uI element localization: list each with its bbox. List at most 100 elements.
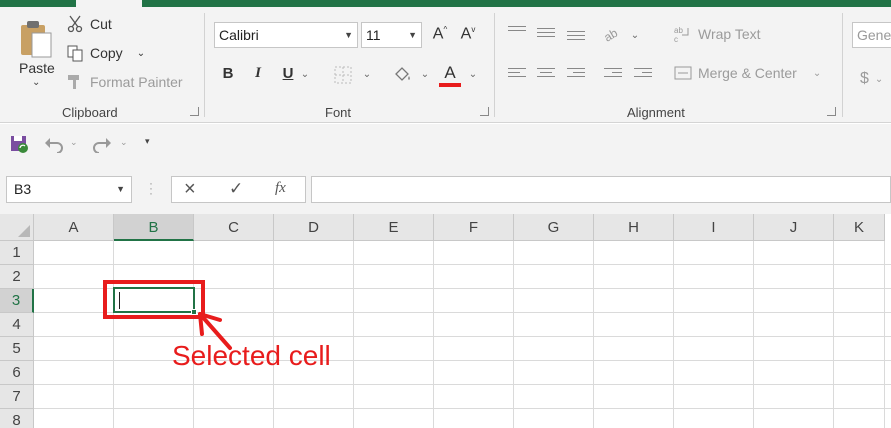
svg-text:c: c [674, 35, 678, 43]
bold-button[interactable]: B [217, 65, 239, 82]
name-box-dropdown-icon[interactable]: ▼ [116, 177, 125, 202]
group-separator [494, 13, 495, 117]
svg-text:ab: ab [603, 26, 620, 43]
copy-label: Copy [90, 45, 123, 61]
font-size-select[interactable]: 11 ▼ [361, 22, 422, 48]
name-box-value: B3 [14, 181, 32, 197]
formula-input[interactable] [311, 176, 891, 203]
borders-icon[interactable] [334, 66, 352, 84]
gridline-vertical [513, 241, 514, 428]
font-size-dropdown-icon[interactable]: ▼ [408, 23, 417, 47]
column-header-k[interactable]: K [834, 214, 885, 241]
fill-color-icon[interactable] [392, 65, 412, 85]
copy-dropdown-chevron-icon[interactable]: ⌄ [137, 48, 145, 59]
align-left-icon[interactable] [508, 68, 526, 82]
copy-button[interactable]: Copy ⌄ [66, 44, 145, 62]
align-center-icon[interactable] [537, 68, 555, 82]
ribbon: Paste ⌄ Cut Copy ⌄ Format Painter Clipbo… [0, 7, 891, 123]
cancel-icon[interactable]: × [184, 178, 196, 201]
italic-button[interactable]: I [247, 65, 269, 82]
shrink-font-icon: A [460, 25, 472, 43]
gridline-horizontal [34, 384, 891, 385]
merge-center-dropdown-chevron-icon[interactable]: ⌄ [813, 68, 821, 79]
currency-format-button[interactable]: $ ⌄ [860, 70, 883, 88]
grow-font-button[interactable]: A^ [429, 25, 451, 43]
middle-align-icon[interactable] [537, 28, 555, 42]
select-all-button[interactable] [0, 214, 34, 241]
save-icon[interactable] [9, 134, 29, 154]
font-name-dropdown-icon[interactable]: ▼ [344, 23, 353, 47]
borders-dropdown-chevron-icon[interactable]: ⌄ [362, 69, 372, 80]
row-header-3[interactable]: 3 [0, 289, 34, 313]
undo-icon[interactable] [43, 135, 65, 153]
row-header-5[interactable]: 5 [0, 337, 34, 361]
orientation-icon[interactable]: ab [603, 25, 625, 43]
font-color-dropdown-chevron-icon[interactable]: ⌄ [468, 69, 478, 80]
fill-color-dropdown-chevron-icon[interactable]: ⌄ [420, 69, 430, 80]
customize-qat-icon[interactable]: ▾ [145, 136, 150, 147]
decrease-indent-icon[interactable] [604, 68, 622, 82]
orientation-dropdown-chevron-icon[interactable]: ⌄ [630, 30, 640, 41]
column-header-h[interactable]: H [594, 214, 674, 241]
group-separator [204, 13, 205, 117]
row-header-8[interactable]: 8 [0, 409, 34, 428]
merge-center-button[interactable]: Merge & Center ⌄ [674, 64, 821, 82]
column-header-b[interactable]: B [114, 214, 194, 241]
column-header-j[interactable]: J [754, 214, 834, 241]
top-align-icon[interactable] [508, 26, 526, 40]
column-header-i[interactable]: I [674, 214, 754, 241]
enter-icon[interactable]: ✓ [229, 179, 243, 199]
formula-bar-resize-handle[interactable]: · · · [149, 177, 153, 199]
redo-icon[interactable] [91, 135, 113, 153]
worksheet-grid[interactable]: ABCDEFGHIJK 12345678 Selected cell [0, 214, 891, 428]
row-header-4[interactable]: 4 [0, 313, 34, 337]
wrap-text-button[interactable]: ab c Wrap Text [674, 25, 761, 43]
font-dialog-launcher-icon[interactable] [480, 107, 489, 116]
svg-text:ab: ab [674, 26, 683, 35]
column-header-e[interactable]: E [354, 214, 434, 241]
number-format-value: Gener [857, 27, 891, 43]
alignment-dialog-launcher-icon[interactable] [827, 107, 836, 116]
name-box[interactable]: B3 ▼ [6, 176, 132, 203]
number-format-select[interactable]: Gener [852, 22, 891, 48]
active-tab-notch [76, 0, 142, 7]
column-header-a[interactable]: A [34, 214, 114, 241]
column-header-d[interactable]: D [274, 214, 354, 241]
formula-row: B3 ▼ · · · × ✓ fx [0, 164, 891, 214]
wrap-text-label: Wrap Text [698, 26, 761, 42]
currency-icon: $ [860, 70, 869, 87]
paste-button[interactable]: Paste [19, 60, 55, 76]
increase-indent-icon[interactable] [634, 68, 652, 82]
undo-dropdown-chevron-icon[interactable]: ⌄ [70, 137, 78, 148]
paste-icon[interactable] [18, 19, 54, 59]
cut-button[interactable]: Cut [66, 15, 112, 33]
clipboard-group-label: Clipboard [62, 105, 118, 120]
font-name-select[interactable]: Calibri ▼ [214, 22, 358, 48]
format-painter-button[interactable]: Format Painter [66, 73, 183, 91]
shrink-font-button[interactable]: Av [457, 25, 479, 43]
gridline-vertical [433, 241, 434, 428]
redo-dropdown-chevron-icon[interactable]: ⌄ [120, 137, 128, 148]
gridline-vertical [884, 241, 885, 428]
row-header-1[interactable]: 1 [0, 241, 34, 265]
paste-dropdown-chevron-icon[interactable]: ⌄ [32, 77, 40, 88]
row-header-2[interactable]: 2 [0, 265, 34, 289]
underline-button[interactable]: U [277, 65, 299, 82]
align-right-icon[interactable] [567, 68, 585, 82]
column-header-g[interactable]: G [514, 214, 594, 241]
bottom-align-icon[interactable] [567, 31, 585, 45]
column-header-c[interactable]: C [194, 214, 274, 241]
font-size-value: 11 [366, 27, 381, 43]
wrap-text-icon: ab c [674, 26, 689, 43]
font-color-button[interactable]: A [439, 63, 461, 83]
gridline-vertical [353, 241, 354, 428]
currency-dropdown-chevron-icon[interactable]: ⌄ [875, 74, 883, 85]
title-bar-strip [0, 0, 891, 7]
underline-dropdown-chevron-icon[interactable]: ⌄ [300, 69, 310, 80]
insert-function-icon[interactable]: fx [275, 180, 286, 197]
cut-label: Cut [90, 16, 112, 32]
column-header-f[interactable]: F [434, 214, 514, 241]
row-header-7[interactable]: 7 [0, 385, 34, 409]
row-header-6[interactable]: 6 [0, 361, 34, 385]
clipboard-dialog-launcher-icon[interactable] [190, 107, 199, 116]
